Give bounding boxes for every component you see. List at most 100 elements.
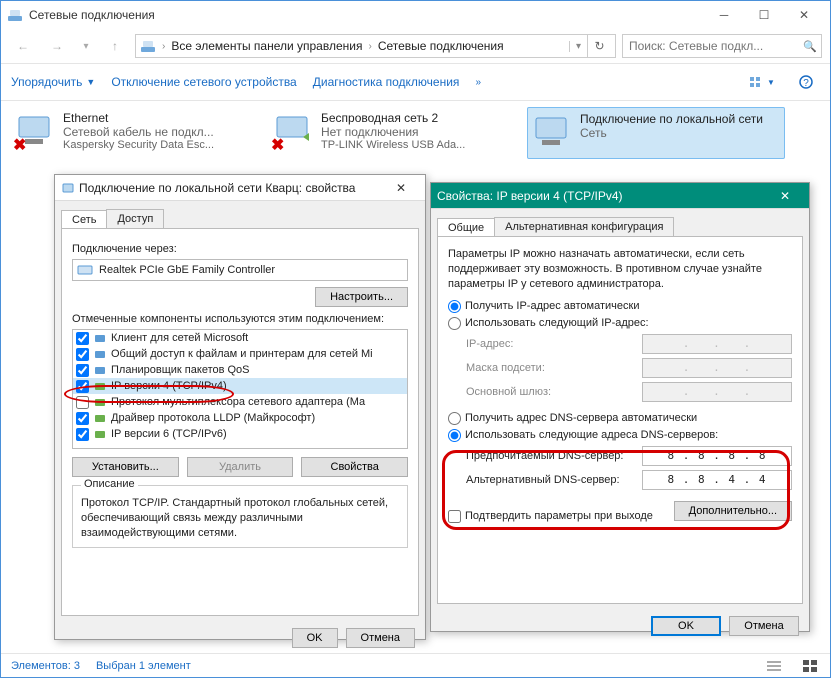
ok-button[interactable]: OK (292, 628, 338, 648)
component-item[interactable]: Клиент для сетей Microsoft (73, 330, 407, 346)
component-name: IP версии 6 (TCP/IPv6) (111, 428, 227, 440)
preferred-dns-label: Предпочитаемый DNS-сервер: (466, 450, 623, 462)
tab-general[interactable]: Общие (437, 218, 495, 237)
component-checkbox[interactable] (76, 332, 89, 345)
connection-adapter: TP-LINK Wireless USB Ada... (321, 139, 465, 151)
search-icon[interactable]: 🔍 (803, 40, 817, 53)
install-button[interactable]: Установить... (72, 457, 179, 477)
close-button[interactable]: ✕ (383, 178, 419, 198)
tab-alternative[interactable]: Альтернативная конфигурация (494, 217, 674, 236)
component-name: Протокол мультиплексора сетевого адаптер… (111, 396, 365, 408)
help-button[interactable]: ? (792, 70, 820, 94)
qos-icon (93, 363, 107, 377)
diagnose-button[interactable]: Диагностика подключения (313, 75, 460, 89)
disable-device-button[interactable]: Отключение сетевого устройства (111, 75, 296, 89)
search-input[interactable] (627, 38, 799, 54)
component-checkbox[interactable] (76, 396, 89, 409)
connection-adapter: Kaspersky Security Data Esc... (63, 139, 214, 151)
alternate-dns-input[interactable]: 8 . 8 . 4 . 4 (642, 470, 792, 490)
radio-manual-ip[interactable]: Использовать следующий IP-адрес: (448, 317, 792, 330)
cancel-button[interactable]: Отмена (729, 616, 799, 636)
component-item[interactable]: IP версии 4 (TCP/IPv4) (73, 378, 407, 394)
ok-button[interactable]: OK (651, 616, 721, 636)
breadcrumb-bar[interactable]: › Все элементы панели управления › Сетев… (135, 34, 616, 58)
connection-item[interactable]: ✖ Беспроводная сеть 2 Нет подключения TP… (269, 107, 527, 159)
component-item[interactable]: Протокол мультиплексора сетевого адаптер… (73, 394, 407, 410)
component-list[interactable]: Клиент для сетей Microsoft Общий доступ к… (72, 329, 408, 449)
proto-icon (93, 427, 107, 441)
component-item[interactable]: IP версии 6 (TCP/IPv6) (73, 426, 407, 442)
refresh-icon[interactable]: ↻ (587, 34, 611, 58)
client-icon (93, 331, 107, 345)
component-name: Общий доступ к файлам и принтерам для се… (111, 348, 373, 360)
search-box[interactable]: 🔍 (622, 34, 822, 58)
component-item[interactable]: Планировщик пакетов QoS (73, 362, 407, 378)
subnet-mask-input: . . . (642, 358, 792, 378)
view-dropdown[interactable]: ▼ (748, 70, 776, 94)
remove-button[interactable]: Удалить (187, 457, 294, 477)
tab-access[interactable]: Доступ (106, 209, 164, 228)
component-checkbox[interactable] (76, 412, 89, 425)
preferred-dns-input[interactable]: 8 . 8 . 8 . 8 (642, 446, 792, 466)
dialog-title: Свойства: IP версии 4 (TCP/IPv4) (437, 189, 623, 203)
components-label: Отмеченные компоненты используются этим … (72, 313, 408, 325)
minimize-button[interactable]: ─ (704, 4, 744, 26)
titlebar: Сетевые подключения ─ ☐ ✕ (1, 1, 830, 29)
status-selection: Выбран 1 элемент (96, 660, 191, 672)
maximize-button[interactable]: ☐ (744, 4, 784, 26)
proto-icon (93, 395, 107, 409)
properties-button[interactable]: Свойства (301, 457, 408, 477)
cancel-button[interactable]: Отмена (346, 628, 415, 648)
adapter-name-box: Realtek PCIe GbE Family Controller (72, 259, 408, 281)
connections-list: ✖ Ethernet Сетевой кабель не подкл... Ka… (1, 101, 830, 165)
advanced-button[interactable]: Дополнительно... (674, 501, 792, 521)
component-item[interactable]: Драйвер протокола LLDP (Майкрософт) (73, 410, 407, 426)
radio-auto-ip[interactable]: Получить IP-адрес автоматически (448, 300, 792, 313)
component-checkbox[interactable] (76, 428, 89, 441)
component-checkbox[interactable] (76, 348, 89, 361)
component-checkbox[interactable] (76, 380, 89, 393)
close-button[interactable]: ✕ (767, 186, 803, 206)
connection-status: Сетевой кабель не подкл... (63, 125, 214, 139)
connection-item[interactable]: ✖ Ethernet Сетевой кабель не подкл... Ka… (11, 107, 269, 159)
breadcrumb-item[interactable]: Все элементы панели управления (171, 39, 362, 53)
lan-icon (532, 112, 574, 154)
component-name: IP версии 4 (TCP/IPv4) (111, 380, 227, 392)
view-details-button[interactable] (764, 658, 784, 674)
nic-icon (77, 263, 93, 277)
component-name: Клиент для сетей Microsoft (111, 332, 248, 344)
gateway-label: Основной шлюз: (466, 386, 551, 398)
component-checkbox[interactable] (76, 364, 89, 377)
connection-status: Нет подключения (321, 125, 465, 139)
recent-dropdown[interactable]: ▾ (77, 32, 95, 60)
radio-auto-dns[interactable]: Получить адрес DNS-сервера автоматически (448, 412, 792, 425)
svg-text:?: ? (803, 78, 809, 89)
status-item-count: Элементов: 3 (11, 660, 80, 672)
radio-manual-dns[interactable]: Использовать следующие адреса DNS-сервер… (448, 429, 792, 442)
adapter-properties-dialog: Подключение по локальной сети Кварц: сво… (54, 174, 426, 640)
share-icon (93, 347, 107, 361)
dialog-title: Подключение по локальной сети Кварц: сво… (79, 181, 355, 195)
back-button[interactable]: ← (9, 32, 37, 60)
description-text: Протокол TCP/IP. Стандартный протокол гл… (81, 496, 399, 541)
ip-address-input: . . . (642, 334, 792, 354)
address-row: ← → ▾ ↑ › Все элементы панели управления… (1, 29, 830, 64)
gateway-input: . . . (642, 382, 792, 402)
component-item[interactable]: Общий доступ к файлам и принтерам для се… (73, 346, 407, 362)
connection-item[interactable]: Подключение по локальной сети Сеть (527, 107, 785, 159)
configure-button[interactable]: Настроить... (315, 287, 408, 307)
view-icons-button[interactable] (800, 658, 820, 674)
component-name: Драйвер протокола LLDP (Майкрософт) (111, 412, 315, 424)
intro-text: Параметры IP можно назначать автоматичес… (448, 247, 792, 292)
up-button[interactable]: ↑ (101, 32, 129, 60)
proto-icon (93, 411, 107, 425)
tab-network[interactable]: Сеть (61, 210, 107, 229)
confirm-on-exit-checkbox[interactable]: Подтвердить параметры при выходе (448, 510, 653, 523)
breadcrumb-item[interactable]: Сетевые подключения (378, 39, 504, 53)
forward-button[interactable]: → (43, 32, 71, 60)
window-title: Сетевые подключения (29, 8, 704, 22)
connection-name: Беспроводная сеть 2 (321, 111, 465, 125)
organize-menu[interactable]: Упорядочить▼ (11, 75, 95, 89)
close-button[interactable]: ✕ (784, 4, 824, 26)
statusbar: Элементов: 3 Выбран 1 элемент (1, 653, 830, 677)
